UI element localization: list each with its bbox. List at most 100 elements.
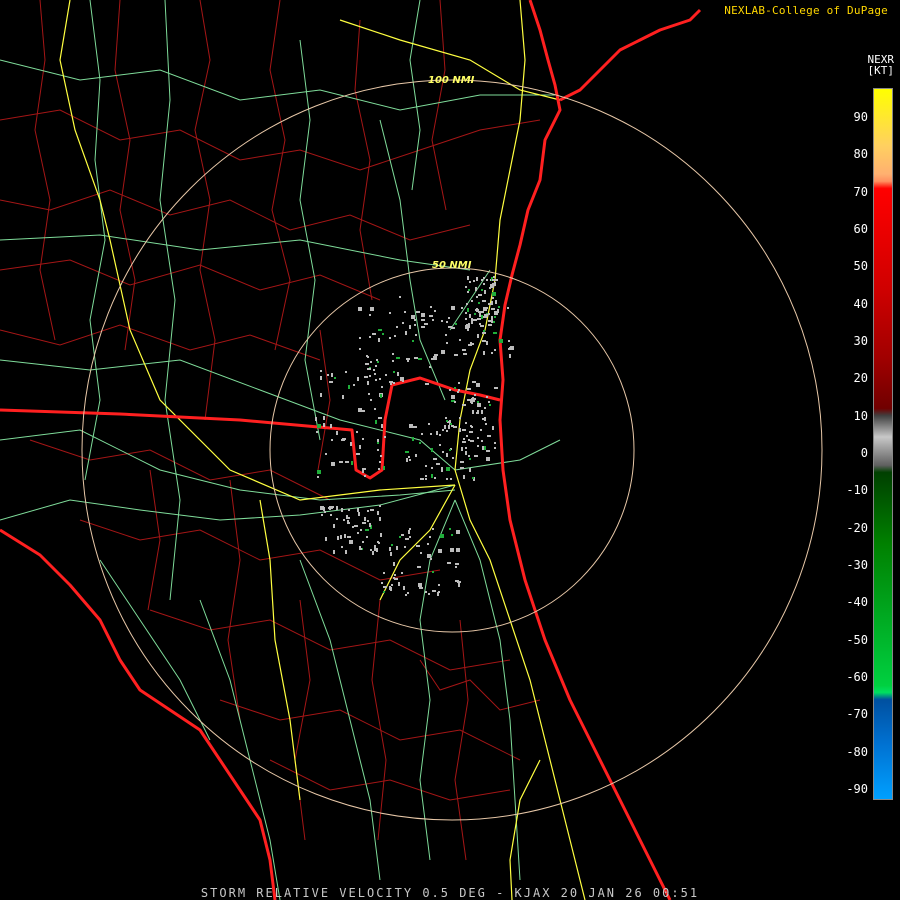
radar-echo-pixel xyxy=(441,467,443,471)
radar-echo-pixel xyxy=(421,313,425,317)
radar-echo-pixel xyxy=(455,566,457,568)
radar-echo-pixel xyxy=(476,412,478,414)
radar-echo-pixel xyxy=(494,387,498,389)
range-label-100: 100 NMI xyxy=(428,75,475,86)
legend-tick: -20 xyxy=(846,520,868,535)
radar-echo-pixel xyxy=(463,475,465,479)
radar-echo-pixel xyxy=(429,315,433,317)
radar-echo-pixel xyxy=(438,584,440,586)
radar-echo-pixel xyxy=(439,434,441,436)
radar-echo-pixel xyxy=(468,344,470,346)
radar-echo-pixel xyxy=(431,474,433,478)
radar-echo-pixel xyxy=(499,339,503,343)
radar-echo-pixel xyxy=(451,327,455,329)
radar-echo-pixel xyxy=(366,355,368,357)
radar-echo-pixel xyxy=(353,384,355,386)
radar-echo-pixel xyxy=(356,431,358,433)
radar-echo-pixel xyxy=(467,276,469,280)
radar-echo-pixel xyxy=(396,546,398,550)
radar-echo-pixel xyxy=(470,343,474,345)
radar-echo-pixel xyxy=(465,447,467,449)
radar-echo-pixel xyxy=(450,423,452,425)
radar-echo-pixel xyxy=(476,296,478,298)
radar-echo-pixel xyxy=(477,437,479,439)
radar-echo-pixel xyxy=(465,451,467,455)
radar-echo-pixel xyxy=(491,352,493,354)
radar-echo-pixel xyxy=(370,307,372,311)
radar-echo-pixel xyxy=(424,323,428,325)
radar-echo-pixel xyxy=(381,424,383,428)
radar-echo-pixel xyxy=(430,558,432,560)
radar-echo-pixel xyxy=(491,301,493,305)
radar-echo-pixel xyxy=(359,445,361,449)
radar-echo-pixel xyxy=(492,279,496,281)
radar-echo-pixel xyxy=(427,543,429,545)
radar-echo-pixel xyxy=(348,385,350,389)
legend-tick: 30 xyxy=(853,334,868,348)
radar-echo-pixel xyxy=(404,546,406,548)
radar-echo-pixel xyxy=(398,582,400,586)
radar-echo-pixel xyxy=(492,297,494,299)
radar-echo-pixel xyxy=(354,525,358,527)
radar-echo-pixel xyxy=(421,319,425,321)
radar-echo-pixel xyxy=(369,314,371,316)
radar-echo-pixel xyxy=(488,320,492,322)
radar-echo-pixel xyxy=(430,306,432,308)
radar-echo-pixel xyxy=(482,340,486,342)
radar-echo-pixel xyxy=(433,458,437,460)
radar-echo-pixel xyxy=(469,431,473,433)
radar-echo-pixel xyxy=(451,306,455,310)
radar-echo-pixel xyxy=(348,522,350,524)
radar-echo-pixel xyxy=(463,353,467,355)
radar-echo-pixel xyxy=(477,318,481,320)
radar-echo-pixel xyxy=(458,389,460,391)
radar-echo-pixel xyxy=(393,562,395,566)
radar-echo-pixel xyxy=(482,300,486,302)
radar-echo-pixel xyxy=(348,517,350,519)
legend-tick: 0 xyxy=(860,446,868,460)
radar-echo-pixel xyxy=(494,282,496,286)
radar-echo-pixel xyxy=(459,428,461,432)
radar-echo-pixel xyxy=(409,325,411,329)
radar-echo-pixel xyxy=(414,357,418,359)
radar-echo-pixel xyxy=(446,453,448,457)
radar-echo-pixel xyxy=(403,586,405,590)
radar-echo-pixel xyxy=(451,395,455,399)
radar-echo-pixel xyxy=(486,396,488,398)
radar-echo-pixel xyxy=(472,381,476,383)
radar-echo-pixel xyxy=(370,549,372,551)
radar-echo-pixel xyxy=(476,383,480,387)
radar-echo-pixel xyxy=(362,522,366,524)
radar-echo-pixel xyxy=(460,467,464,469)
radar-echo-pixel xyxy=(357,532,359,534)
radar-echo-pixel xyxy=(406,358,410,360)
radar-echo-pixel xyxy=(420,552,422,554)
radar-map[interactable]: 50 NMI 100 NMI xyxy=(0,0,900,900)
radar-echo-pixel xyxy=(428,423,430,425)
radar-echo-pixel xyxy=(508,340,510,342)
radar-echo-pixel xyxy=(323,416,325,420)
radar-echo-pixel xyxy=(364,517,366,521)
radar-echo-pixel xyxy=(430,433,432,435)
radar-echo-pixel xyxy=(436,463,440,465)
radar-echo-pixel xyxy=(412,340,414,342)
radar-echo-pixel xyxy=(409,424,413,428)
radar-echo-pixel xyxy=(465,318,467,320)
radar-echo-pixel xyxy=(495,300,497,304)
radar-echo-pixel xyxy=(341,508,343,512)
radar-echo-pixel xyxy=(456,530,460,534)
radar-echo-pixel xyxy=(479,323,481,325)
radar-echo-pixel xyxy=(484,446,486,450)
radar-echo-pixel xyxy=(453,426,457,428)
radar-echo-pixel xyxy=(360,529,362,531)
radar-echo-pixel xyxy=(486,341,488,345)
radar-echo-pixel xyxy=(362,541,364,543)
radar-echo-pixel xyxy=(331,439,333,441)
radar-echo-pixel xyxy=(492,292,496,296)
radar-echo-pixel xyxy=(357,377,359,381)
radar-echo-pixel xyxy=(349,540,353,544)
radar-echo-pixel xyxy=(357,508,359,512)
radar-echo-pixel xyxy=(467,399,471,401)
radar-echo-pixel xyxy=(448,317,450,319)
radar-echo-pixel xyxy=(370,509,374,511)
